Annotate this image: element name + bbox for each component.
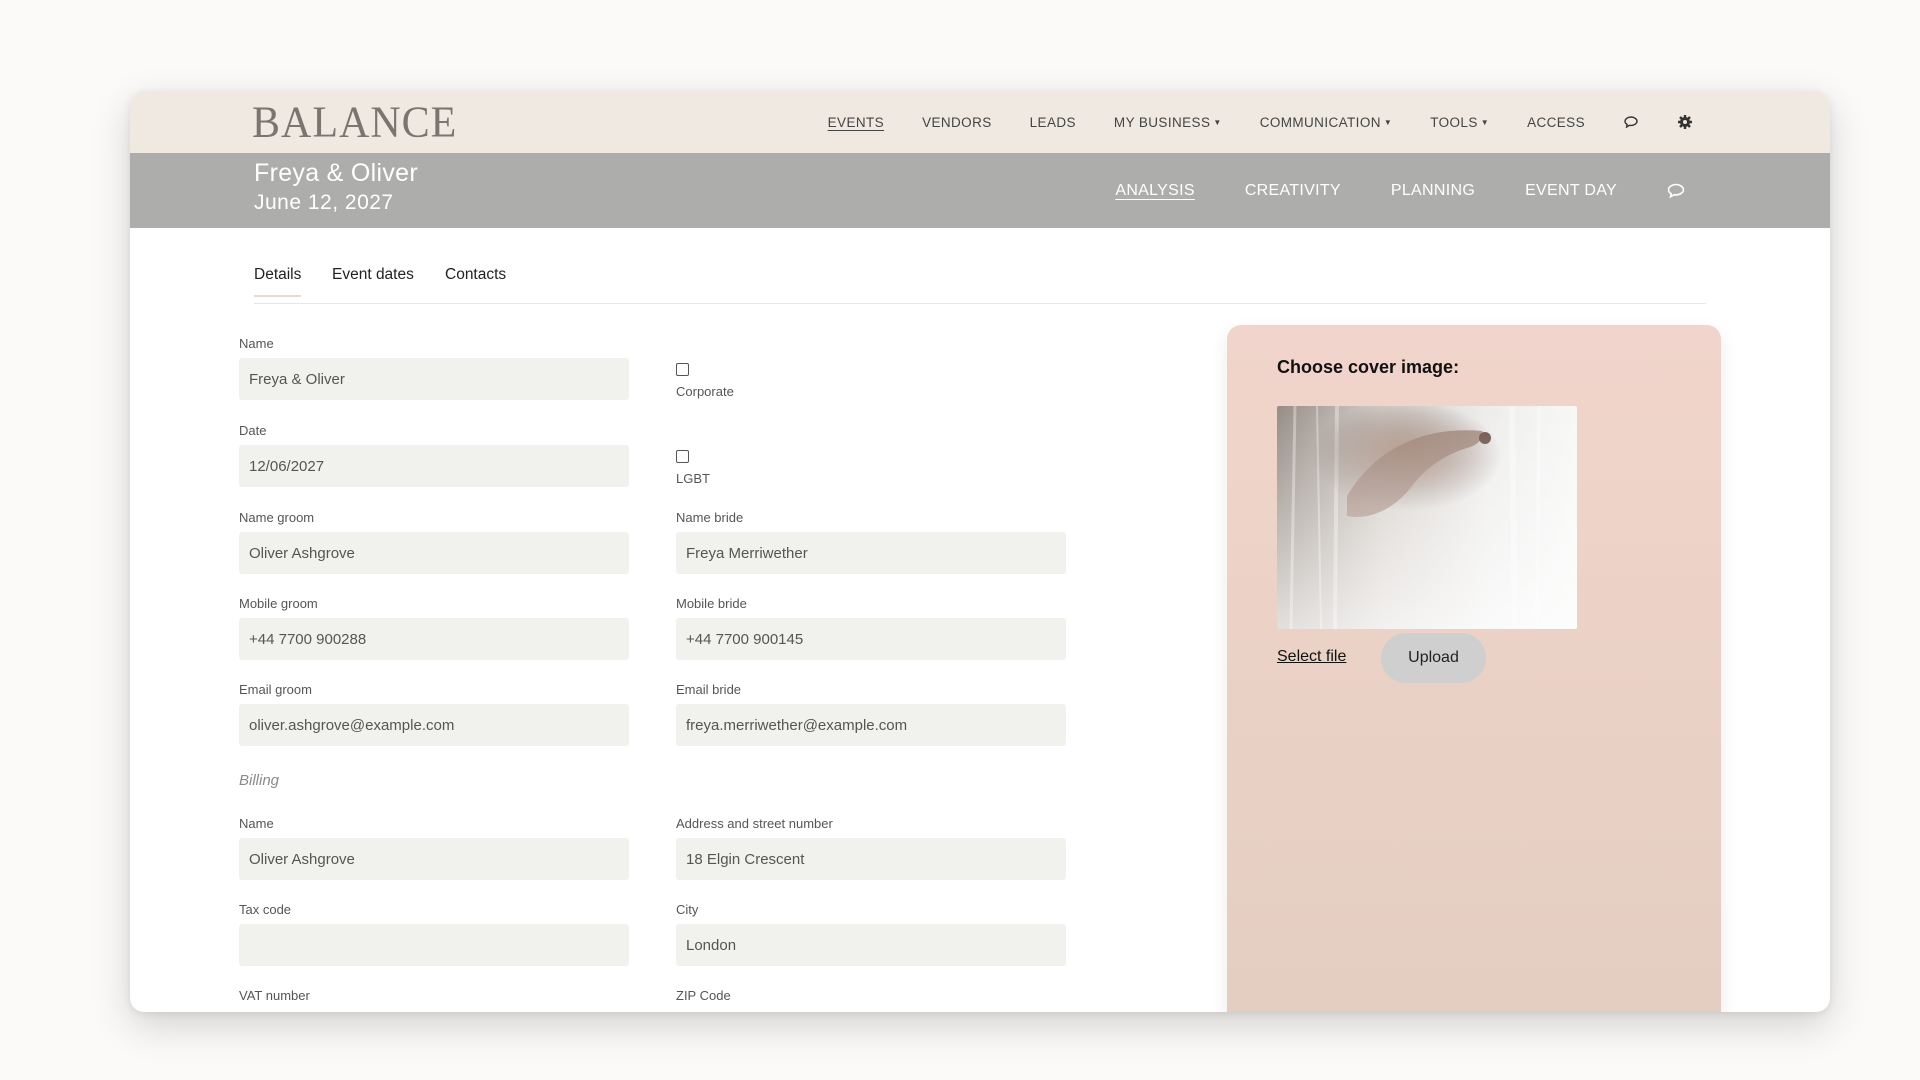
event-header: Freya & Oliver June 12, 2027 ANALYSIS CR… <box>130 153 1830 228</box>
nav-tools-label: TOOLS <box>1430 114 1478 130</box>
top-navbar: BALANCE EVENTS VENDORS LEADS MY BUSINESS… <box>130 91 1830 153</box>
tax-code-label: Tax code <box>239 902 292 917</box>
email-bride-input[interactable] <box>676 704 1066 746</box>
nav-events[interactable]: EVENTS <box>828 115 884 130</box>
chat-icon[interactable] <box>1667 183 1685 198</box>
gear-icon[interactable] <box>1677 114 1693 130</box>
mobile-bride-input[interactable] <box>676 618 1066 660</box>
zip-code-label: ZIP Code <box>676 988 731 1003</box>
lgbt-label: LGBT <box>676 471 710 486</box>
city-label: City <box>676 902 699 917</box>
cover-image-panel: Choose cover image: Select file Upload <box>1227 325 1721 1012</box>
name-bride-label: Name bride <box>676 510 744 525</box>
subtab-details[interactable]: Details <box>254 266 302 297</box>
subtab-contacts[interactable]: Contacts <box>445 266 506 284</box>
corporate-checkbox[interactable] <box>676 363 689 376</box>
caret-down-icon: ▼ <box>1480 117 1490 127</box>
tab-analysis[interactable]: ANALYSIS <box>1115 182 1194 200</box>
nav-vendors[interactable]: VENDORS <box>922 115 992 130</box>
lgbt-checkbox[interactable] <box>676 450 689 463</box>
tax-code-input[interactable] <box>239 924 629 966</box>
name-bride-input[interactable] <box>676 532 1066 574</box>
nav-my-business[interactable]: MY BUSINESS ▼ <box>1114 115 1222 130</box>
nav-communication-label: COMMUNICATION <box>1259 114 1381 130</box>
event-date: June 12, 2027 <box>254 191 394 214</box>
date-input[interactable] <box>239 445 629 487</box>
main-menu: EVENTS VENDORS LEADS MY BUSINESS ▼ COMMUN… <box>790 91 1693 153</box>
billing-name-input[interactable] <box>239 838 629 880</box>
name-label: Name <box>239 336 274 351</box>
date-label: Date <box>239 423 267 438</box>
billing-heading: Billing <box>239 772 280 789</box>
phase-tabs: ANALYSIS CREATIVITY PLANNING EVENT DAY <box>1065 153 1685 228</box>
caret-down-icon: ▼ <box>1213 117 1222 127</box>
mobile-groom-input[interactable] <box>239 618 629 660</box>
city-input[interactable] <box>676 924 1066 966</box>
select-file-link[interactable]: Select file <box>1277 648 1346 666</box>
email-groom-label: Email groom <box>239 682 312 697</box>
nav-access[interactable]: ACCESS <box>1527 115 1585 130</box>
nav-my-business-label: MY BUSINESS <box>1113 114 1211 130</box>
caret-down-icon: ▼ <box>1383 117 1393 127</box>
tab-planning[interactable]: PLANNING <box>1391 182 1475 200</box>
detail-subtabs: Details Event dates Contacts <box>254 261 1706 304</box>
name-input[interactable] <box>239 358 629 400</box>
vat-number-label: VAT number <box>239 988 310 1003</box>
tab-event-day[interactable]: EVENT DAY <box>1525 182 1617 200</box>
address-label: Address and street number <box>676 816 833 831</box>
mobile-bride-label: Mobile bride <box>676 596 747 611</box>
chat-icon[interactable] <box>1623 114 1639 130</box>
event-title: Freya & Oliver <box>254 159 418 187</box>
billing-name-label: Name <box>239 816 274 831</box>
mobile-groom-label: Mobile groom <box>239 596 318 611</box>
nav-tools[interactable]: TOOLS ▼ <box>1430 115 1489 130</box>
email-groom-input[interactable] <box>239 704 629 746</box>
app-window: BALANCE EVENTS VENDORS LEADS MY BUSINESS… <box>130 91 1830 1012</box>
tab-creativity[interactable]: CREATIVITY <box>1245 182 1341 200</box>
cover-image-title: Choose cover image: <box>1277 357 1460 377</box>
address-input[interactable] <box>676 838 1066 880</box>
corporate-label: Corporate <box>676 384 734 399</box>
nav-leads[interactable]: LEADS <box>1030 115 1076 130</box>
brand-logo[interactable]: BALANCE <box>252 98 457 148</box>
upload-button[interactable]: Upload <box>1381 633 1486 683</box>
nav-communication[interactable]: COMMUNICATION ▼ <box>1260 115 1393 130</box>
cover-image-preview <box>1277 406 1577 629</box>
subtab-event-dates[interactable]: Event dates <box>332 266 414 284</box>
name-groom-input[interactable] <box>239 532 629 574</box>
name-groom-label: Name groom <box>239 510 315 525</box>
email-bride-label: Email bride <box>676 682 742 697</box>
